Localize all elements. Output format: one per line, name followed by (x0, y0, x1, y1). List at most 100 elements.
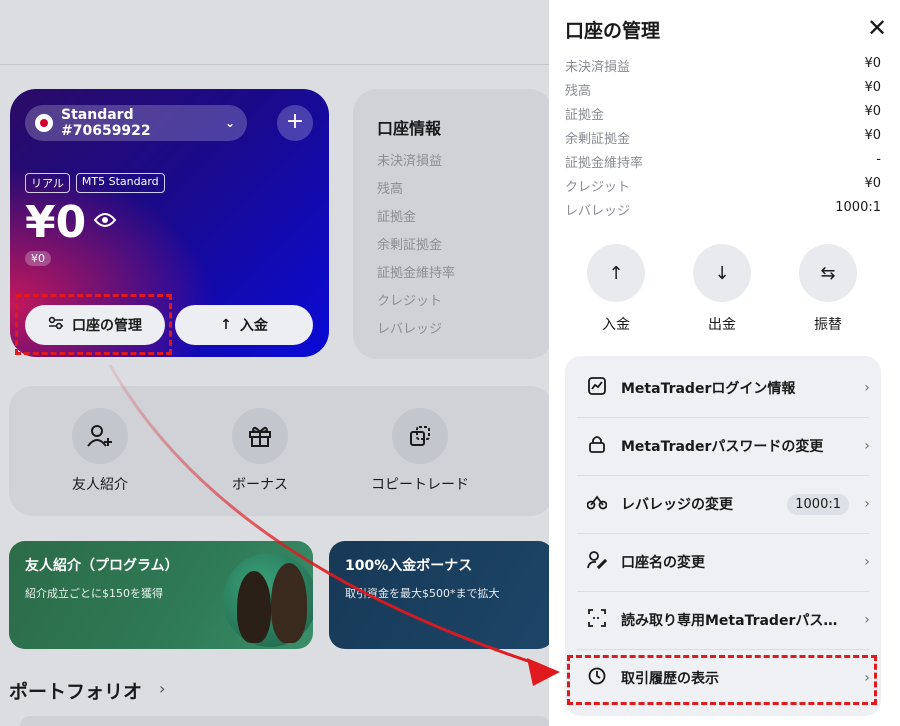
chevron-right-icon: › (864, 438, 870, 454)
summary-row: 未決済損益 ¥0 (565, 56, 881, 80)
withdraw-label: 出金 (708, 317, 736, 333)
summary-value: ¥0 (864, 56, 881, 71)
summary-value: 1000:1 (835, 200, 881, 215)
menu-item-leverage-change[interactable]: レバレッジの変更 1000:1 › (577, 475, 877, 533)
summary-row: 残高 ¥0 (565, 80, 881, 104)
deposit-label: 入金 (239, 318, 268, 334)
arrow-up-icon: ↑ (587, 244, 645, 302)
promo-people-image (223, 553, 313, 647)
gift-icon (232, 408, 288, 464)
portfolio-card (20, 716, 550, 726)
menu-item-mt-password-change[interactable]: MetaTraderパスワードの変更 › (577, 417, 877, 475)
chevron-right-icon: › (864, 380, 870, 396)
menu-item-label: MetaTraderパスワードの変更 (621, 439, 824, 455)
summary-row: 余剰証拠金 ¥0 (565, 128, 881, 152)
sub-balance-badge: ¥0 (25, 251, 51, 266)
account-info-title: 口座情報 (377, 119, 442, 138)
scan-icon (585, 609, 609, 631)
user-edit-icon (585, 551, 609, 573)
menu-item-label: 読み取り専用MetaTraderパスワード (621, 613, 849, 629)
lock-icon (585, 435, 609, 457)
info-item: 証拠金維持率 (377, 266, 456, 281)
account-selector[interactable]: Standard #70659922 ⌄ (25, 105, 247, 141)
chevron-down-icon: ⌄ (224, 116, 235, 130)
menu-item-readonly-password[interactable]: 読み取り専用MetaTraderパスワード › (577, 591, 877, 649)
summary-value: ¥0 (864, 80, 881, 95)
platform-tag: MT5 Standard (75, 173, 165, 193)
menu-item-label: MetaTraderログイン情報 (621, 381, 796, 397)
summary-label: 証拠金維持率 (565, 156, 644, 171)
transfer-arrows-icon: ⇆ (799, 244, 857, 302)
menu-item-rename-account[interactable]: 口座名の変更 › (577, 533, 877, 591)
add-user-icon (72, 408, 128, 464)
referral-label: 友人紹介 (72, 477, 128, 493)
referral-promo-subtitle: 紹介成立ごとに$150を獲得 (25, 587, 163, 600)
chevron-right-icon: › (864, 612, 870, 628)
summary-row: レバレッジ 1000:1 (565, 200, 881, 224)
summary-row: 証拠金維持率 - (565, 152, 881, 176)
referral-promo-banner[interactable]: 友人紹介（プログラム） 紹介成立ごとに$150を獲得 (9, 541, 313, 649)
leverage-badge: 1000:1 (787, 493, 849, 515)
account-type-tag: リアル (25, 173, 70, 193)
scale-icon (585, 494, 609, 514)
bonus-promo-subtitle: 取引資金を最大$500*まで拡大 (345, 587, 500, 600)
drawer-title: 口座の管理 (565, 20, 661, 42)
chevron-right-icon: › (864, 496, 870, 512)
portfolio-heading[interactable]: ポートフォリオ (9, 677, 142, 704)
arrow-down-icon: ↓ (693, 244, 751, 302)
copy-icon (392, 408, 448, 464)
summary-label: 証拠金 (565, 108, 605, 123)
drawer-transfer-button[interactable]: ⇆ 振替 (793, 244, 863, 334)
add-account-button[interactable]: + (277, 105, 313, 141)
header-divider (0, 64, 549, 65)
summary-value: ¥0 (864, 176, 881, 191)
summary-label: レバレッジ (565, 204, 631, 219)
info-item: レバレッジ (377, 322, 443, 337)
info-item: 未決済損益 (377, 154, 443, 169)
arrow-up-icon: ↑ (220, 317, 232, 333)
info-item: 余剰証拠金 (377, 238, 443, 253)
account-name: Standard #70659922 (61, 107, 151, 139)
drawer-withdraw-button[interactable]: ↓ 出金 (687, 244, 757, 334)
chart-icon (585, 377, 609, 399)
copy-trade-action[interactable]: コピートレード (370, 408, 470, 494)
summary-label: 残高 (565, 84, 592, 99)
copy-trade-label: コピートレード (371, 477, 469, 493)
japan-flag-icon (35, 114, 53, 132)
quick-actions-panel: 友人紹介 ボーナス コピートレード (9, 386, 554, 516)
deposit-label: 入金 (602, 317, 630, 333)
highlight-trade-history (567, 655, 877, 705)
chevron-right-icon[interactable]: › (159, 679, 165, 698)
menu-item-label: レバレッジの変更 (621, 497, 733, 513)
balance-amount: ¥0 (25, 197, 87, 248)
chevron-right-icon: › (864, 554, 870, 570)
summary-label: 余剰証拠金 (565, 132, 631, 147)
bonus-promo-title: 100%入金ボーナス (345, 558, 473, 574)
menu-item-label: 口座名の変更 (621, 555, 705, 571)
summary-value: ¥0 (864, 128, 881, 143)
summary-row: クレジット ¥0 (565, 176, 881, 200)
menu-item-mt-login-info[interactable]: MetaTraderログイン情報 › (577, 359, 877, 417)
info-item: 残高 (377, 182, 404, 197)
summary-value: ¥0 (864, 104, 881, 119)
transfer-label: 振替 (814, 317, 842, 333)
bonus-action[interactable]: ボーナス (210, 408, 310, 494)
info-item: 証拠金 (377, 210, 417, 225)
highlight-manage-button (15, 294, 172, 355)
eye-icon[interactable] (93, 209, 117, 233)
summary-value: - (876, 152, 881, 167)
summary-label: クレジット (565, 180, 631, 195)
close-icon[interactable]: ✕ (867, 14, 887, 42)
account-summary: 未決済損益 ¥0 残高 ¥0 証拠金 ¥0 余剰証拠金 ¥0 証拠金維持率 - クレジット… (565, 56, 881, 224)
drawer-deposit-button[interactable]: ↑ 入金 (581, 244, 651, 334)
bonus-promo-banner[interactable]: 100%入金ボーナス 取引資金を最大$500*まで拡大 (329, 541, 554, 649)
manage-account-drawer: 口座の管理 ✕ 未決済損益 ¥0 残高 ¥0 証拠金 ¥0 余剰証拠金 ¥0 証拠金維持… (549, 0, 900, 726)
account-info-card: 口座情報 未決済損益 残高 証拠金 余剰証拠金 証拠金維持率 クレジット レバレ… (353, 89, 553, 359)
info-item: クレジット (377, 294, 443, 309)
bonus-label: ボーナス (232, 477, 288, 493)
summary-label: 未決済損益 (565, 60, 631, 75)
summary-row: 証拠金 ¥0 (565, 104, 881, 128)
referral-promo-title: 友人紹介（プログラム） (25, 558, 179, 574)
referral-action[interactable]: 友人紹介 (50, 408, 150, 494)
deposit-button[interactable]: ↑ 入金 (175, 305, 313, 345)
